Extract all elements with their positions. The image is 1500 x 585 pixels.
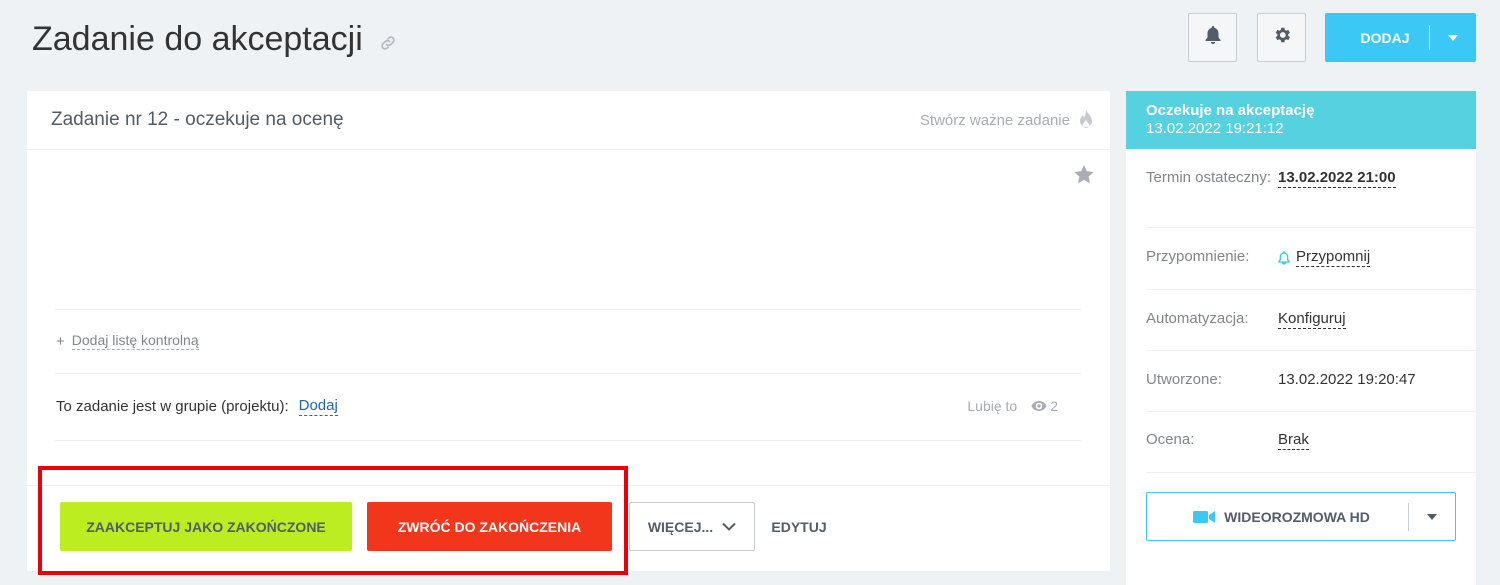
add-checklist-link[interactable]: Dodaj listę kontrolną [71,332,199,350]
make-important-label: Stwórz ważne zadanie [919,111,1070,129]
divider [55,440,1081,441]
divider [55,309,1081,310]
chevron-down-icon[interactable] [1409,513,1455,520]
page-title-text: Zadanie do akceptacji [32,20,363,58]
notifications-button[interactable] [1188,13,1237,62]
star-icon[interactable] [1074,165,1094,189]
bell-icon [1204,25,1222,50]
rating-label: Ocena: [1146,431,1195,448]
highlight-box [38,466,628,575]
eye-icon [1031,401,1047,411]
divider [1146,411,1476,412]
video-call-label: WIDEOROZMOWA HD [1224,508,1370,525]
reminder-row: Przypomnienie: Przypomnij [1146,248,1456,267]
automation-label: Automatyzacja: [1146,310,1249,327]
like-button[interactable]: Lubię to [967,398,1017,414]
status-title: Oczekuje na akceptację [1146,102,1315,119]
link-icon[interactable] [379,34,397,52]
task-card-header: Zadanie nr 12 - oczekuje na ocenę Stwórz… [27,91,1110,150]
task-sidebar: Oczekuje na akceptację 13.02.2022 19:21:… [1126,91,1476,585]
add-button[interactable]: DODAJ [1325,13,1476,62]
video-call-main[interactable]: WIDEOROZMOWA HD [1147,509,1408,525]
view-count: 2 [1050,398,1058,414]
like-row: Lubię to 2 [967,398,1058,414]
divider [1146,472,1476,473]
created-row: Utworzone: 13.02.2022 19:20:47 [1146,371,1456,389]
add-checklist[interactable]: + Dodaj listę kontrolną [56,332,199,350]
make-important-button[interactable]: Stwórz ważne zadanie [920,107,1094,133]
gear-icon [1272,25,1292,50]
group-row: To zadanie jest w grupie (projektu): Dod… [56,397,338,416]
chevron-down-icon[interactable] [1430,34,1476,41]
reminder-link[interactable]: Przypomnij [1278,248,1371,267]
deadline-row: Termin ostateczny: 13.02.2022 21:00 [1146,169,1456,188]
page-title: Zadanie do akceptacji [32,20,397,59]
add-button-label: DODAJ [1360,29,1410,46]
more-button-label: WIĘCEJ... [647,518,714,535]
created-value: 13.02.2022 19:20:47 [1278,371,1416,388]
video-call-button[interactable]: WIDEOROZMOWA HD [1146,492,1456,541]
group-add-link[interactable]: Dodaj [298,397,338,416]
reminder-value: Przypomnij [1296,248,1371,267]
chevron-down-icon [722,522,736,531]
created-label: Utworzone: [1146,371,1222,388]
bell-icon [1278,250,1290,265]
status-bar: Oczekuje na akceptację 13.02.2022 19:21:… [1126,91,1476,149]
divider [1146,227,1476,228]
rating-row: Ocena: Brak [1146,431,1456,450]
task-page: Zadanie do akceptacji DODAJ Zadanie nr 1… [0,0,1500,585]
deadline-label: Termin ostateczny: [1146,169,1272,186]
divider [1146,289,1476,290]
settings-button[interactable] [1257,13,1306,62]
plus-icon: + [56,332,65,350]
automation-value[interactable]: Konfiguruj [1278,310,1346,329]
task-title: Zadanie nr 12 - oczekuje na ocenę [51,109,344,130]
divider [1146,350,1476,351]
automation-row: Automatyzacja: Konfiguruj [1146,310,1456,329]
more-button[interactable]: WIĘCEJ... [629,502,755,551]
edit-button[interactable]: EDYTUJ [760,502,838,551]
video-camera-icon [1193,510,1216,524]
reminder-label: Przypomnienie: [1146,248,1250,265]
deadline-value[interactable]: 13.02.2022 21:00 [1278,169,1396,188]
divider [55,373,1081,374]
rating-value[interactable]: Brak [1278,431,1309,450]
status-time: 13.02.2022 19:21:12 [1146,120,1284,137]
group-label: To zadanie jest w grupie (projektu): [56,398,289,415]
flame-icon [1078,109,1094,133]
